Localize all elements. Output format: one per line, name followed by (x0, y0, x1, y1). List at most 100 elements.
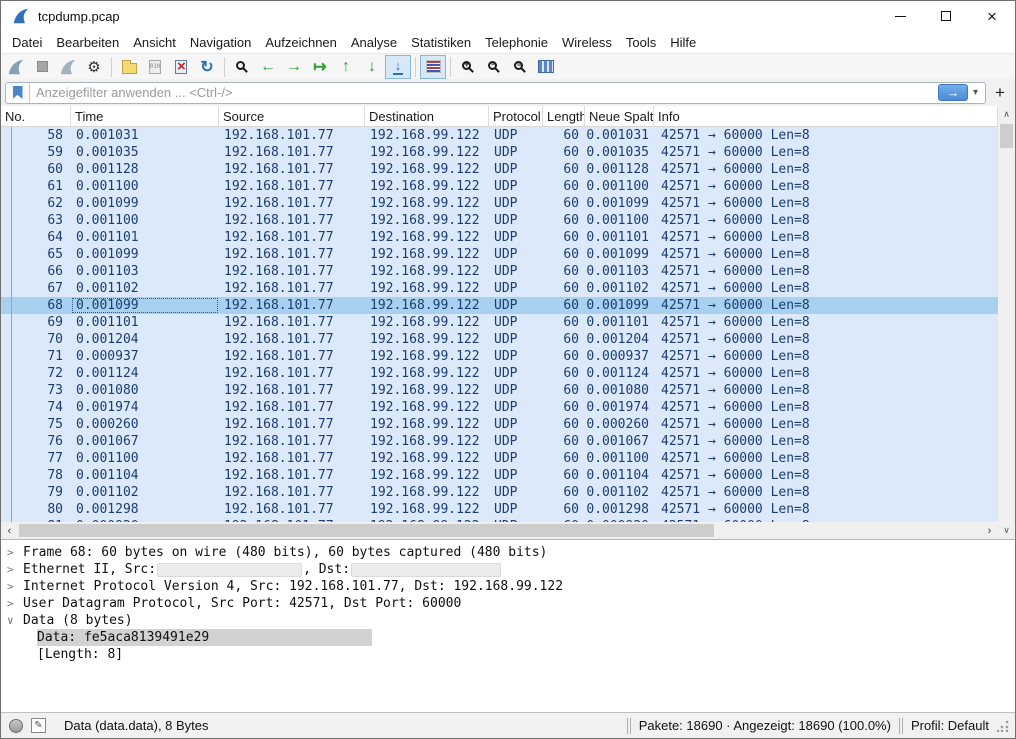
column-header-length[interactable]: Length (543, 106, 585, 126)
vertical-scrollbar[interactable]: ∧ ∨ (998, 106, 1015, 539)
column-header-source[interactable]: Source (219, 106, 365, 126)
detail-line[interactable]: [Length: 8] (1, 646, 1015, 663)
menu-statistiken[interactable]: Statistiken (404, 33, 478, 52)
packet-row[interactable]: 650.001099192.168.101.77192.168.99.122UD… (1, 246, 998, 263)
maximize-button[interactable] (923, 1, 969, 31)
capture-comment-icon[interactable]: ✎ (31, 718, 46, 733)
find-packet-button[interactable] (229, 55, 255, 79)
menu-navigation[interactable]: Navigation (183, 33, 258, 52)
apply-filter-button[interactable]: → (938, 84, 968, 101)
scroll-right-icon[interactable]: › (981, 525, 998, 537)
filter-dropdown-caret[interactable]: ▾ (970, 87, 985, 98)
packet-row[interactable]: 620.001099192.168.101.77192.168.99.122UD… (1, 195, 998, 212)
auto-scroll-button[interactable] (385, 55, 411, 79)
cell-info: 42571 → 60000 Len=8 (654, 348, 998, 365)
go-first-button[interactable] (333, 55, 359, 79)
save-file-button[interactable] (142, 55, 168, 79)
column-header-no[interactable]: No. (1, 106, 71, 126)
filter-bookmark-button[interactable] (6, 83, 30, 103)
column-header-destination[interactable]: Destination (365, 106, 489, 126)
cell-col: 0.001204 (585, 331, 654, 348)
resize-grip[interactable] (997, 720, 1009, 732)
menu-bearbeiten[interactable]: Bearbeiten (49, 33, 126, 52)
column-header-time[interactable]: Time (71, 106, 219, 126)
cell-proto: UDP (489, 161, 543, 178)
vertical-scrollbar-thumb[interactable] (1000, 124, 1013, 148)
start-capture-button[interactable] (3, 55, 29, 79)
column-header-info[interactable]: Info (654, 106, 998, 126)
cell-no: 80 (1, 501, 71, 518)
menu-ansicht[interactable]: Ansicht (126, 33, 183, 52)
display-filter-input[interactable] (30, 83, 938, 103)
menu-aufzeichnen[interactable]: Aufzeichnen (258, 33, 344, 52)
close-button[interactable]: × (969, 1, 1015, 31)
chevron-expanded-icon[interactable]: ∨ (7, 612, 23, 629)
zoom-in-button[interactable] (455, 55, 481, 79)
detail-line[interactable]: >Ethernet II, Src: , Dst: (1, 561, 1015, 578)
horizontal-scrollbar-thumb[interactable] (19, 524, 714, 537)
menu-telephonie[interactable]: Telephonie (478, 33, 555, 52)
menu-wireless[interactable]: Wireless (555, 33, 619, 52)
packet-row[interactable]: 640.001101192.168.101.77192.168.99.122UD… (1, 229, 998, 246)
chevron-collapsed-icon[interactable]: > (7, 578, 23, 595)
add-filter-expression-button[interactable]: + (989, 83, 1011, 103)
chevron-collapsed-icon[interactable]: > (7, 561, 23, 578)
capture-options-button[interactable] (81, 55, 107, 79)
detail-line[interactable]: >Frame 68: 60 bytes on wire (480 bits), … (1, 544, 1015, 561)
restart-capture-button[interactable] (55, 55, 81, 79)
column-header-protocol[interactable]: Protocol (489, 106, 543, 126)
scroll-left-icon[interactable]: ‹ (1, 525, 18, 537)
reload-file-button[interactable] (194, 55, 220, 79)
colorize-button[interactable] (420, 55, 446, 79)
menu-tools[interactable]: Tools (619, 33, 663, 52)
packet-row[interactable]: 770.001100192.168.101.77192.168.99.122UD… (1, 450, 998, 467)
packet-row[interactable]: 700.001204192.168.101.77192.168.99.122UD… (1, 331, 998, 348)
packet-row[interactable]: 800.001298192.168.101.77192.168.99.122UD… (1, 501, 998, 518)
menu-analyse[interactable]: Analyse (344, 33, 404, 52)
packet-row[interactable]: 780.001104192.168.101.77192.168.99.122UD… (1, 467, 998, 484)
resize-columns-button[interactable] (533, 55, 559, 79)
packet-row[interactable]: 670.001102192.168.101.77192.168.99.122UD… (1, 280, 998, 297)
packet-row[interactable]: 680.001099192.168.101.77192.168.99.122UD… (1, 297, 998, 314)
packet-row[interactable]: 750.000260192.168.101.77192.168.99.122UD… (1, 416, 998, 433)
detail-line[interactable]: >User Datagram Protocol, Src Port: 42571… (1, 595, 1015, 612)
menu-datei[interactable]: Datei (5, 33, 49, 52)
packet-row[interactable]: 630.001100192.168.101.77192.168.99.122UD… (1, 212, 998, 229)
packet-row[interactable]: 730.001080192.168.101.77192.168.99.122UD… (1, 382, 998, 399)
menu-hilfe[interactable]: Hilfe (663, 33, 703, 52)
horizontal-scrollbar[interactable]: ‹ › (1, 522, 998, 539)
detail-line[interactable]: Data: fe5aca8139491e29 (1, 629, 1015, 646)
packet-row[interactable]: 720.001124192.168.101.77192.168.99.122UD… (1, 365, 998, 382)
cell-dst: 192.168.99.122 (365, 195, 489, 212)
go-back-button[interactable] (255, 55, 281, 79)
minimize-button[interactable] (877, 1, 923, 31)
packet-row[interactable]: 760.001067192.168.101.77192.168.99.122UD… (1, 433, 998, 450)
go-forward-button[interactable] (281, 55, 307, 79)
detail-line[interactable]: ∨Data (8 bytes) (1, 612, 1015, 629)
packet-row[interactable]: 580.001031192.168.101.77192.168.99.122UD… (1, 127, 998, 144)
packet-row[interactable]: 740.001974192.168.101.77192.168.99.122UD… (1, 399, 998, 416)
packet-row[interactable]: 710.000937192.168.101.77192.168.99.122UD… (1, 348, 998, 365)
stop-capture-button[interactable] (29, 55, 55, 79)
profile-status[interactable]: Profil: Default (911, 718, 989, 733)
chevron-collapsed-icon[interactable]: > (7, 595, 23, 612)
title-bar: tcpdump.pcap × (1, 1, 1015, 31)
close-file-button[interactable] (168, 55, 194, 79)
packet-row[interactable]: 690.001101192.168.101.77192.168.99.122UD… (1, 314, 998, 331)
zoom-original-button[interactable] (507, 55, 533, 79)
chevron-collapsed-icon[interactable]: > (7, 544, 23, 561)
expert-info-icon[interactable] (9, 719, 23, 733)
zoom-out-button[interactable] (481, 55, 507, 79)
scroll-up-icon[interactable]: ∧ (1003, 106, 1010, 123)
detail-line[interactable]: >Internet Protocol Version 4, Src: 192.1… (1, 578, 1015, 595)
packet-row[interactable]: 660.001103192.168.101.77192.168.99.122UD… (1, 263, 998, 280)
go-to-packet-button[interactable] (307, 55, 333, 79)
packet-row[interactable]: 590.001035192.168.101.77192.168.99.122UD… (1, 144, 998, 161)
scroll-down-icon[interactable]: ∨ (1003, 522, 1010, 539)
open-file-button[interactable] (116, 55, 142, 79)
packet-row[interactable]: 610.001100192.168.101.77192.168.99.122UD… (1, 178, 998, 195)
go-last-button[interactable] (359, 55, 385, 79)
packet-row[interactable]: 790.001102192.168.101.77192.168.99.122UD… (1, 484, 998, 501)
packet-row[interactable]: 600.001128192.168.101.77192.168.99.122UD… (1, 161, 998, 178)
column-header-neue-spalte[interactable]: Neue Spalte (585, 106, 654, 126)
